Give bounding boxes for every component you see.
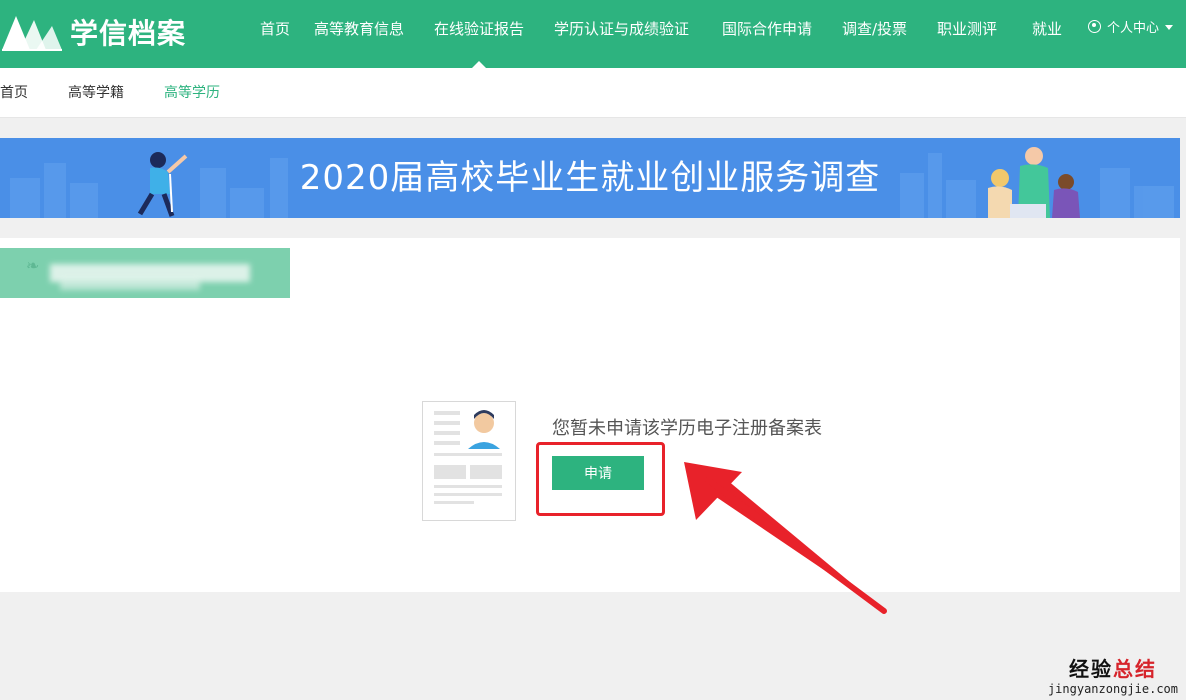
nav-higher-edu-info[interactable]: 高等教育信息 — [314, 0, 404, 68]
subnav-student-status[interactable]: 高等学籍 — [68, 68, 124, 118]
survey-banner[interactable]: 2020届高校毕业生就业创业服务调查 — [0, 138, 1180, 218]
chevron-down-icon — [1165, 25, 1174, 30]
top-nav: 学信档案 首页 高等教育信息 在线验证报告 学历认证与成绩验证 国际合作申请 调… — [0, 0, 1186, 68]
school-name-badge-blurred: ❧ — [0, 248, 290, 298]
nav-international-cooperation[interactable]: 国际合作申请 — [722, 0, 812, 68]
logo-text: 学信档案 — [70, 17, 187, 50]
nav-online-verification[interactable]: 在线验证报告 — [434, 0, 524, 68]
subnav-home[interactable]: 首页 — [0, 68, 28, 118]
degree-card: ❧ 您暂未申请该学历电子注册备案表 申请 — [0, 238, 1180, 592]
school-emblem-icon: ❧ — [26, 256, 40, 275]
resume-document-icon — [422, 401, 516, 521]
banner-title: 2020届高校毕业生就业创业服务调查 — [299, 158, 881, 198]
watermark-text-1: 经验 — [1068, 657, 1113, 681]
active-caret-icon — [472, 61, 486, 68]
watermark-text-2: 总结 — [1112, 657, 1157, 681]
user-icon — [1088, 20, 1101, 33]
nav-home[interactable]: 首页 — [260, 0, 290, 68]
subnav-degree[interactable]: 高等学历 — [164, 68, 220, 118]
nav-employment[interactable]: 就业 — [1032, 0, 1062, 68]
nav-degree-certification[interactable]: 学历认证与成绩验证 — [554, 0, 689, 68]
nav-survey-vote[interactable]: 调查/投票 — [842, 0, 907, 68]
empty-state-message: 您暂未申请该学历电子注册备案表 — [552, 418, 822, 439]
nav-online-verification-label: 在线验证报告 — [434, 20, 525, 38]
book-logo-icon — [2, 16, 62, 51]
site-watermark: 经验总结 jingyanzongjie.com — [1048, 653, 1178, 696]
user-center-label: 个人中心 — [1107, 21, 1160, 36]
logo[interactable]: 学信档案 — [0, 8, 186, 56]
user-center-menu[interactable]: 个人中心 — [1088, 0, 1174, 68]
watermark-url: jingyanzongjie.com — [1047, 682, 1178, 696]
sub-nav: 首页 高等学籍 高等学历 — [0, 68, 1186, 118]
highlight-box-annotation — [536, 442, 665, 516]
nav-career-assessment[interactable]: 职业测评 — [937, 0, 997, 68]
